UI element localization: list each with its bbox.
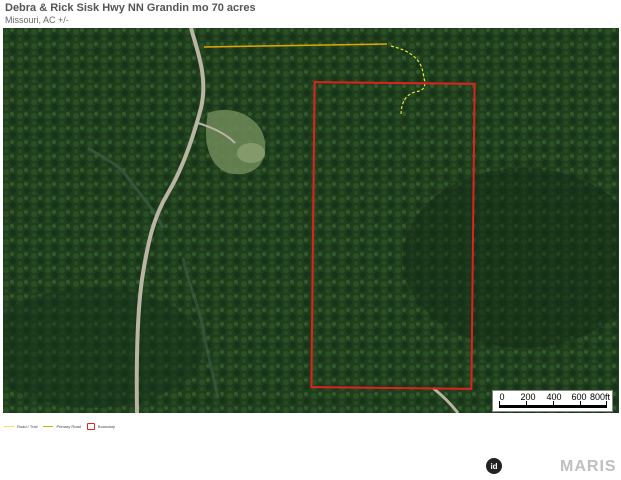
scale-tick bbox=[580, 401, 581, 408]
scale-tick bbox=[499, 401, 500, 408]
legend-item-trail: Road / Trail bbox=[4, 424, 37, 429]
road-line-icon bbox=[43, 425, 54, 427]
boundary-shape-icon bbox=[86, 422, 95, 430]
satellite-map[interactable]: 0 200 400 600 800ft bbox=[3, 28, 619, 413]
scale-label: 800ft bbox=[589, 392, 611, 402]
id-logo-icon: id bbox=[486, 458, 502, 474]
scale-label: 0 bbox=[499, 392, 505, 402]
legend-label: Road / Trail bbox=[17, 423, 38, 429]
trail-line-icon bbox=[4, 425, 14, 427]
scale-bar: 0 200 400 600 800ft bbox=[492, 390, 613, 412]
legend-label: Boundary bbox=[97, 423, 116, 429]
map-title: Debra & Rick Sisk Hwy NN Grandin mo 70 a… bbox=[5, 2, 256, 14]
clearing bbox=[237, 143, 265, 163]
map-legend: Road / Trail Primary Road Boundary bbox=[4, 420, 115, 432]
legend-label: Primary Road bbox=[56, 423, 81, 429]
legend-item-primary-road: Primary Road bbox=[43, 423, 81, 429]
scale-tick bbox=[553, 401, 554, 408]
legend-item-boundary: Boundary bbox=[86, 422, 116, 430]
scale-label: 600 bbox=[571, 392, 587, 402]
map-subtitle: Missouri, AC +/- bbox=[5, 15, 69, 25]
map-canvas bbox=[3, 28, 619, 413]
maris-watermark: MARIS bbox=[560, 458, 617, 475]
scale-tick bbox=[526, 401, 527, 408]
scale-label: 400 bbox=[546, 392, 562, 402]
scale-label: 200 bbox=[520, 392, 536, 402]
scale-tick bbox=[606, 401, 607, 408]
